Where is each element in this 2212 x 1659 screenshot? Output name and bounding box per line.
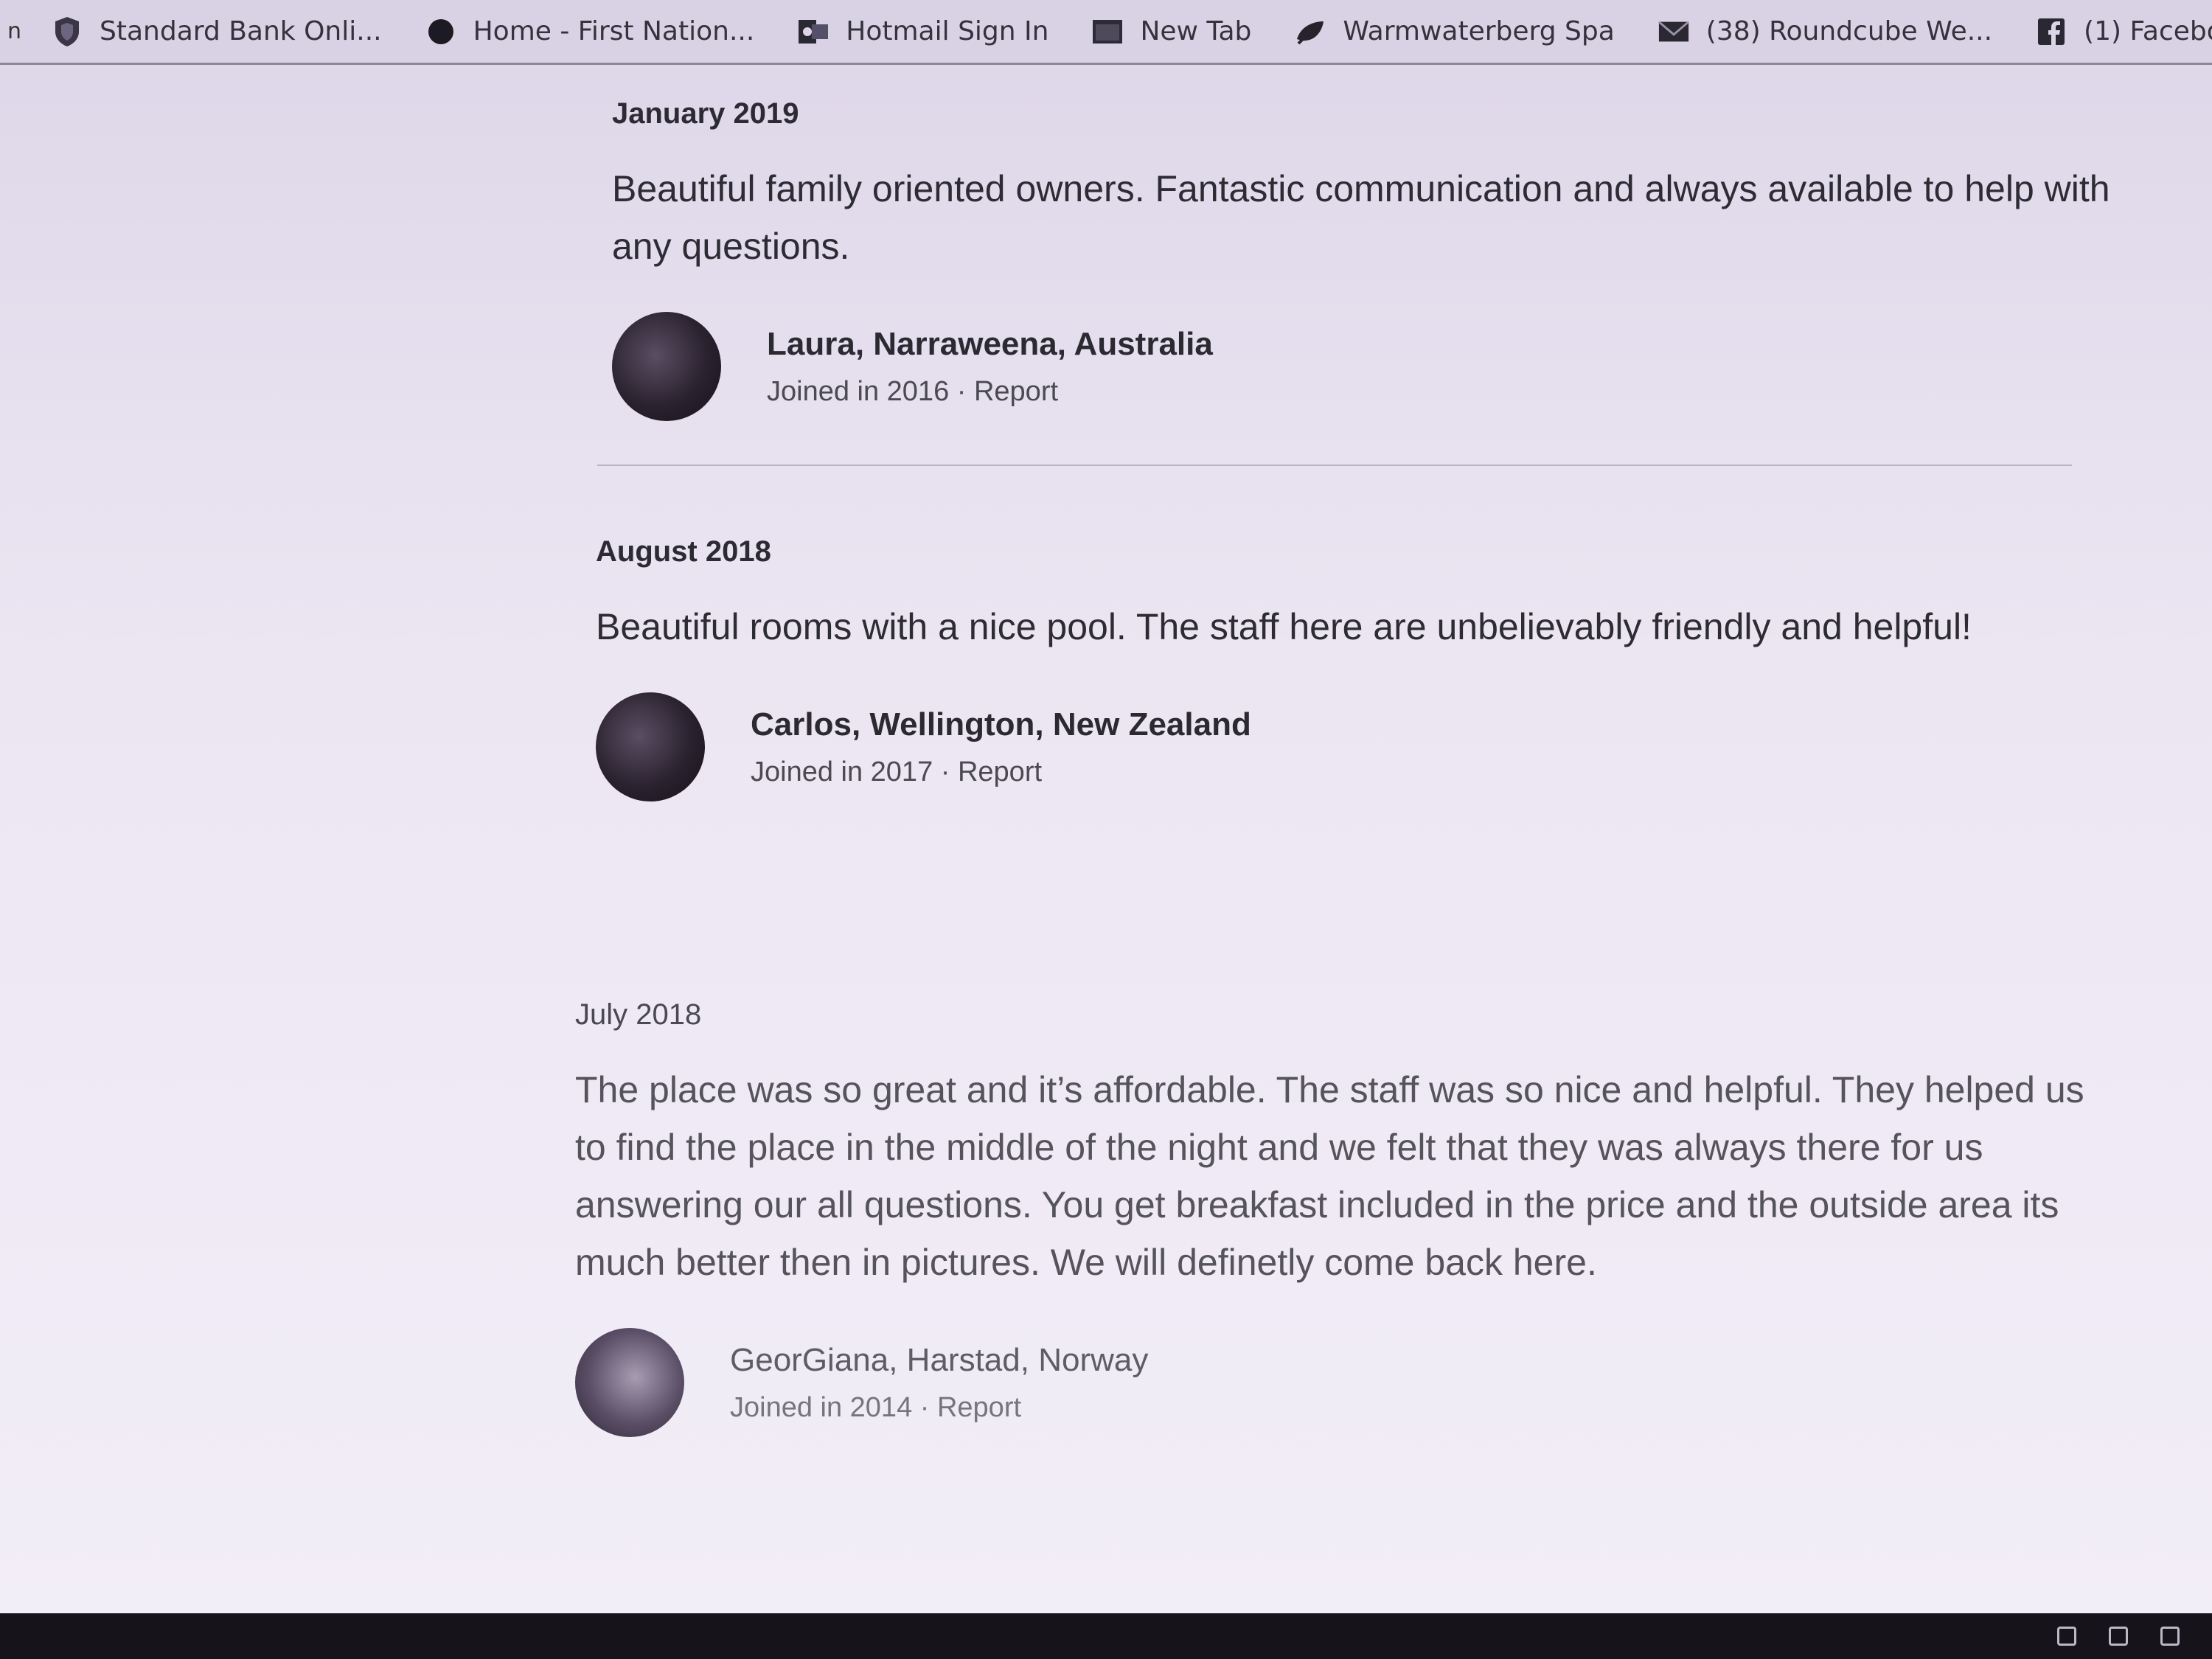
bookmark-label: Warmwaterberg Spa <box>1343 16 1615 46</box>
leaf-icon <box>1294 15 1326 48</box>
author-info: Laura, Narraweena, Australia Joined in 2… <box>767 326 1213 408</box>
taskbar <box>0 1613 2212 1659</box>
bookmark-roundcube[interactable]: (38) Roundcube We... <box>1658 15 1992 48</box>
bookmark-first-national[interactable]: Home - First Nation... <box>425 15 755 48</box>
review-text: Beautiful family oriented owners. Fantas… <box>612 168 2110 267</box>
bookmark-truncated-label[interactable]: n <box>7 18 21 44</box>
bookmarks-bar: n Standard Bank Onli... Home - First Nat… <box>0 0 2212 65</box>
author-info: Carlos, Wellington, New Zealand Joined i… <box>751 706 1251 788</box>
volume-icon[interactable] <box>2109 1627 2128 1646</box>
bookmark-standard-bank[interactable]: Standard Bank Onli... <box>51 15 382 48</box>
bookmark-warmwaterberg[interactable]: Warmwaterberg Spa <box>1294 15 1615 48</box>
review-item: August 2018 Beautiful rooms with a nice … <box>596 535 2144 801</box>
circle-icon <box>425 15 457 48</box>
author-name[interactable]: Laura, Narraweena, Australia <box>767 326 1213 363</box>
review-date: August 2018 <box>596 535 771 568</box>
avatar[interactable] <box>575 1328 684 1437</box>
review-item: July 2018 The place was so great and it’… <box>575 998 2124 1437</box>
notification-icon[interactable] <box>2160 1627 2180 1646</box>
review-author: Carlos, Wellington, New Zealand Joined i… <box>596 692 2144 801</box>
review-author: Laura, Narraweena, Australia Joined in 2… <box>612 312 2160 421</box>
review-date: July 2018 <box>575 998 702 1031</box>
mail-icon <box>1658 15 1690 48</box>
review-text: The place was so great and it’s affordab… <box>575 1069 2084 1283</box>
avatar[interactable] <box>612 312 721 421</box>
reviews-list: January 2019 Beautiful family oriented o… <box>0 65 2212 1613</box>
review-item: January 2019 Beautiful family oriented o… <box>612 97 2160 421</box>
review-author: GeorGiana, Harstad, Norway Joined in 201… <box>575 1328 2124 1437</box>
facebook-icon <box>2035 15 2067 48</box>
bookmark-hotmail[interactable]: Hotmail Sign In <box>797 15 1048 48</box>
bookmark-label: Home - First Nation... <box>473 16 755 46</box>
bookmark-facebook[interactable]: (1) Facebook <box>2035 15 2212 48</box>
review-date: January 2019 <box>612 97 799 130</box>
bookmark-label: Standard Bank Onli... <box>100 16 382 46</box>
bookmark-label: Hotmail Sign In <box>846 16 1049 46</box>
review-text: Beautiful rooms with a nice pool. The st… <box>596 606 1972 647</box>
author-meta[interactable]: Joined in 2016 · Report <box>767 376 1213 408</box>
bookmark-label: (38) Roundcube We... <box>1705 16 1993 46</box>
network-icon[interactable] <box>2057 1627 2076 1646</box>
author-info: GeorGiana, Harstad, Norway Joined in 201… <box>730 1342 1148 1424</box>
shield-icon <box>51 15 83 48</box>
bookmark-new-tab[interactable]: New Tab <box>1091 15 1251 48</box>
author-meta[interactable]: Joined in 2014 · Report <box>730 1392 1148 1424</box>
bookmark-label: New Tab <box>1140 16 1252 46</box>
author-name[interactable]: GeorGiana, Harstad, Norway <box>730 1342 1148 1379</box>
review-divider <box>597 465 2072 466</box>
browser-screen: n Standard Bank Onli... Home - First Nat… <box>0 0 2212 1659</box>
new-tab-icon <box>1091 15 1124 48</box>
author-meta[interactable]: Joined in 2017 · Report <box>751 757 1251 788</box>
bookmark-label: (1) Facebook <box>2084 16 2212 46</box>
avatar[interactable] <box>596 692 705 801</box>
outlook-icon <box>797 15 830 48</box>
author-name[interactable]: Carlos, Wellington, New Zealand <box>751 706 1251 743</box>
